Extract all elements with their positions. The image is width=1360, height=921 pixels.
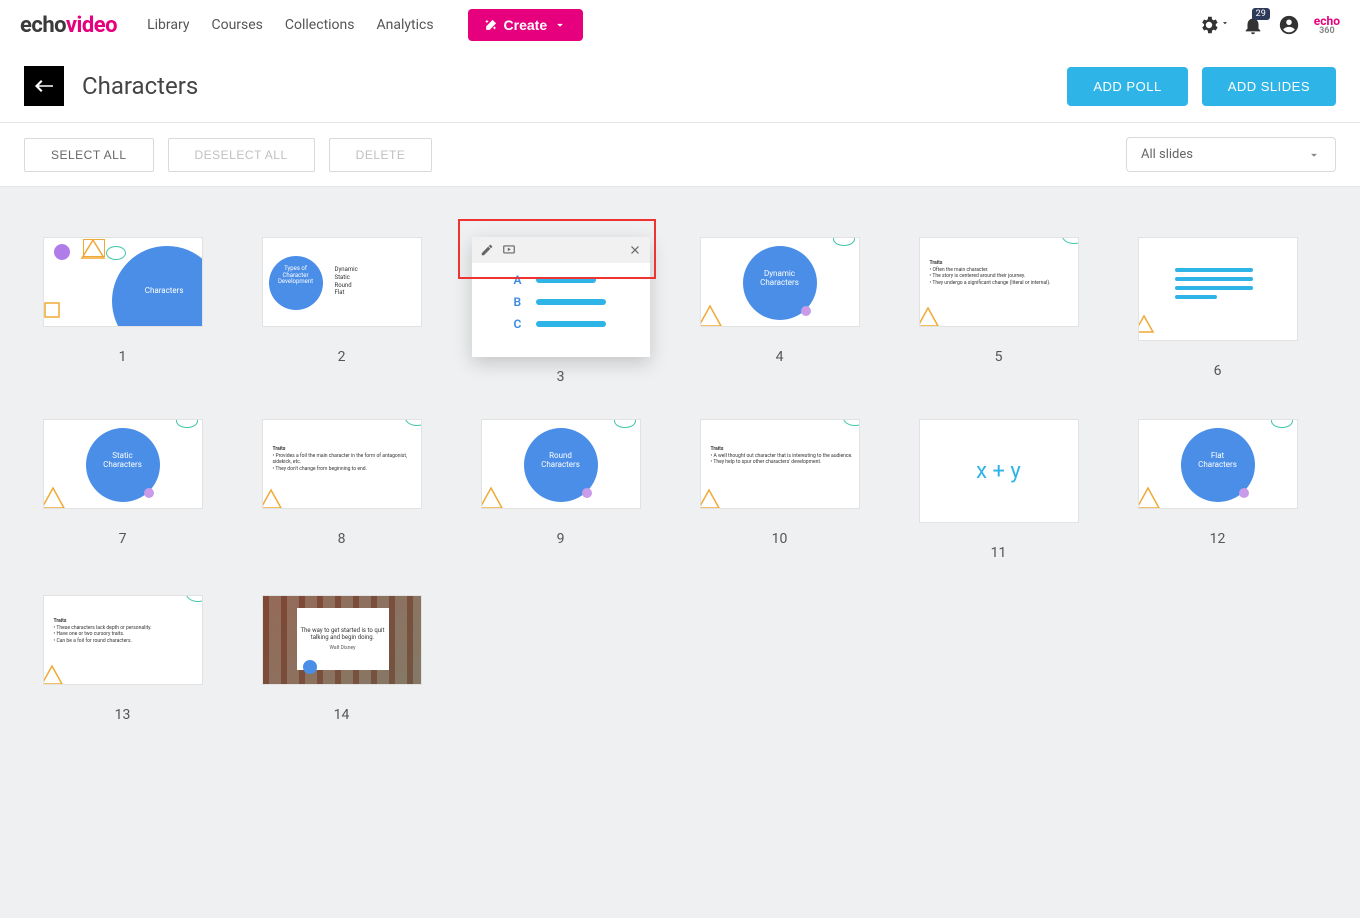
settings-icon[interactable]: [1198, 14, 1220, 36]
slide-thumbnail[interactable]: Traits • These characters lack depth or …: [43, 595, 203, 685]
brand-part1: echo: [20, 13, 66, 38]
slide-thumbnail[interactable]: Dynamic Characters: [700, 237, 860, 327]
slide-cell: Traits • A well thought out character th…: [687, 419, 872, 561]
slide-cell: 6: [1125, 237, 1310, 385]
slides-grid-area: Characters 1 Types of Character Developm…: [0, 187, 1360, 918]
slides-toolbar: SELECT ALL DESELECT ALL DELETE All slide…: [0, 123, 1360, 187]
present-icon[interactable]: [502, 243, 516, 257]
slide-thumbnail[interactable]: Types of Character Development Dynamic S…: [262, 237, 422, 327]
page-title: Characters: [82, 72, 1053, 100]
slide-number: 14: [334, 707, 350, 723]
slide-title: Round Characters: [534, 452, 588, 470]
slide-title: Static Characters: [96, 452, 150, 470]
add-slides-button[interactable]: ADD SLIDES: [1202, 67, 1336, 106]
slide-number: 8: [338, 531, 346, 547]
slide-thumbnail[interactable]: Static Characters: [43, 419, 203, 509]
slide-number: 1: [119, 349, 127, 365]
slide-cell: Dynamic Characters 4: [687, 237, 872, 385]
slide-number: 12: [1210, 531, 1226, 547]
brand-logo[interactable]: echovideo: [20, 13, 117, 38]
delete-button: DELETE: [329, 138, 433, 172]
slide-thumbnail[interactable]: Traits • Provides a foil the main charac…: [262, 419, 422, 509]
brand-part2: video: [66, 13, 117, 38]
slide-formula: x + y: [920, 420, 1078, 522]
slide-title: Types of Character Development: [273, 266, 319, 286]
title-bar: Characters ADD POLL ADD SLIDES: [0, 50, 1360, 123]
slide-quote-author: Walt Disney: [330, 645, 356, 651]
slide-cell: Types of Character Development Dynamic S…: [249, 237, 434, 385]
arrow-left-icon: [35, 79, 53, 93]
edit-icon[interactable]: [480, 243, 494, 257]
slide-thumbnail[interactable]: The way to get started is to quit talkin…: [262, 595, 422, 685]
slides-grid: Characters 1 Types of Character Developm…: [30, 237, 1310, 723]
slide-thumbnail[interactable]: x + y: [919, 419, 1079, 523]
slide-cell: Round Characters 9: [468, 419, 653, 561]
slide-number: 7: [119, 531, 127, 547]
slide-number: 9: [557, 531, 565, 547]
slide-filter-label: All slides: [1141, 147, 1193, 162]
slide-number: 6: [1214, 363, 1222, 379]
notifications-icon[interactable]: 29: [1242, 14, 1264, 36]
nav-links: Library Courses Collections Analytics Cr…: [147, 9, 583, 41]
slide-number: 5: [995, 349, 1003, 365]
nav-library[interactable]: Library: [147, 17, 189, 33]
slide-cell: Characters 1: [30, 237, 215, 385]
notifications-badge: 29: [1252, 8, 1270, 20]
nav-courses[interactable]: Courses: [211, 17, 262, 33]
slide-cell: A B C 3: [468, 237, 653, 385]
slide-cell: Traits • Provides a foil the main charac…: [249, 419, 434, 561]
nav-analytics[interactable]: Analytics: [377, 17, 434, 33]
slide-thumbnail[interactable]: Traits • Often the main character. • The…: [919, 237, 1079, 327]
slide-number: 4: [776, 349, 784, 365]
sparkle-icon: [484, 18, 498, 32]
slide-cell: The way to get started is to quit talkin…: [249, 595, 434, 723]
slide-number: 3: [557, 369, 565, 385]
slide-thumbnail[interactable]: A B C: [472, 237, 650, 357]
slide-thumbnail[interactable]: Flat Characters: [1138, 419, 1298, 509]
slide-filter-select[interactable]: All slides: [1126, 137, 1336, 172]
slide-thumbnail[interactable]: Traits • A well thought out character th…: [700, 419, 860, 509]
select-all-button[interactable]: SELECT ALL: [24, 138, 154, 172]
nav-collections[interactable]: Collections: [285, 17, 355, 33]
create-button[interactable]: Create: [468, 9, 584, 41]
slide-number: 13: [115, 707, 131, 723]
slide-cell: Traits • These characters lack depth or …: [30, 595, 215, 723]
slide-thumbnail[interactable]: [1138, 237, 1298, 341]
close-icon[interactable]: [628, 243, 642, 257]
caret-down-icon: [1220, 18, 1230, 28]
slide-thumbnail[interactable]: Characters: [43, 237, 203, 327]
add-poll-button[interactable]: ADD POLL: [1067, 67, 1187, 106]
deselect-all-button: DESELECT ALL: [168, 138, 315, 172]
slide-title: Dynamic Characters: [753, 270, 807, 288]
slide-cell: x + y 11: [906, 419, 1091, 561]
create-label: Create: [504, 17, 548, 33]
nav-icons: 29 echo 360: [1198, 14, 1340, 36]
slide-cell: Static Characters 7: [30, 419, 215, 561]
echo360-logo[interactable]: echo 360: [1314, 15, 1340, 36]
account-icon[interactable]: [1278, 14, 1300, 36]
back-button[interactable]: [24, 66, 64, 106]
slide-title: Characters: [145, 287, 184, 296]
slide-number: 2: [338, 349, 346, 365]
slide-cell: Flat Characters 12: [1125, 419, 1310, 561]
slide-hover-toolbar: [472, 237, 650, 263]
chevron-down-icon: [1307, 148, 1321, 162]
slide-number: 11: [991, 545, 1007, 561]
slide-cell: Traits • Often the main character. • The…: [906, 237, 1091, 385]
slide-thumbnail[interactable]: Round Characters: [481, 419, 641, 509]
slide-title: Flat Characters: [1191, 452, 1245, 470]
slide-number: 10: [772, 531, 788, 547]
slide-quote: The way to get started is to quit talkin…: [301, 627, 385, 641]
chevron-down-icon: [553, 18, 567, 32]
top-nav: echovideo Library Courses Collections An…: [0, 0, 1360, 50]
poll-options: A B C: [472, 263, 650, 331]
